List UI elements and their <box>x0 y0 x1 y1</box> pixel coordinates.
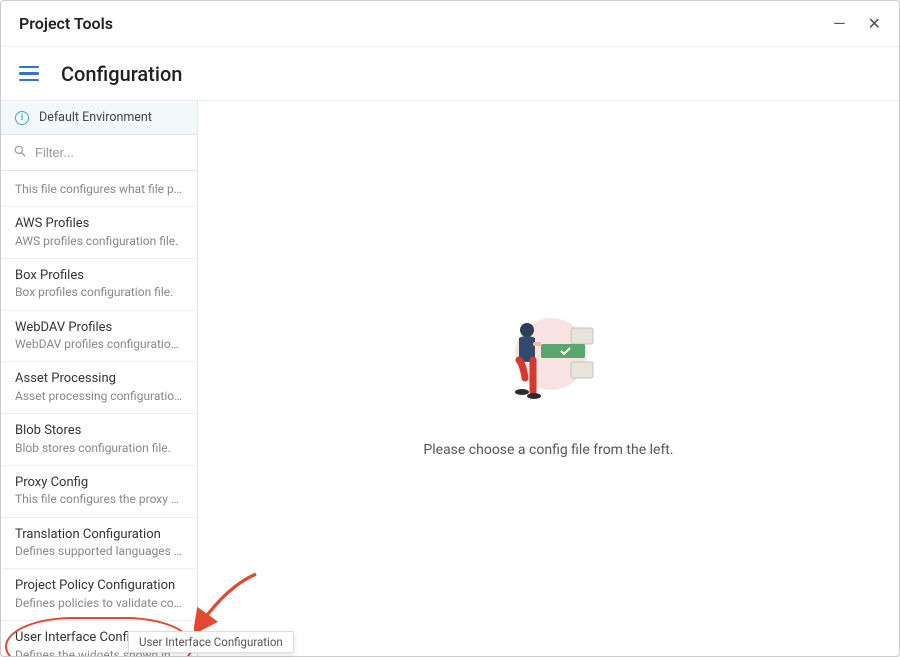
config-item-desc: AWS profiles configuration file. <box>15 233 183 249</box>
close-button[interactable]: ✕ <box>868 16 881 32</box>
config-item-title: WebDAV Profiles <box>15 319 183 337</box>
config-item-desc: Box profiles configuration file. <box>15 284 183 300</box>
config-item-title: AWS Profiles <box>15 215 183 233</box>
minimize-button[interactable]: — <box>833 16 846 32</box>
config-item-desc: Asset processing configuration file. <box>15 388 183 404</box>
config-item-webdav-profiles[interactable]: WebDAV Profiles WebDAV profiles configur… <box>1 311 197 363</box>
config-item-aws-profiles[interactable]: AWS Profiles AWS profiles configuration … <box>1 207 197 259</box>
window-title: Project Tools <box>19 14 113 33</box>
config-item-title: Proxy Config <box>15 474 183 492</box>
config-item-desc: WebDAV profiles configuration file. <box>15 336 183 352</box>
config-item-desc: Blob stores configuration file. <box>15 440 183 456</box>
config-item-asset-processing[interactable]: Asset Processing Asset processing config… <box>1 362 197 414</box>
empty-state-text: Please choose a config file from the lef… <box>423 442 673 458</box>
config-item-title: Box Profiles <box>15 267 183 285</box>
config-item-blob-stores[interactable]: Blob Stores Blob stores configuration fi… <box>1 414 197 466</box>
window: Project Tools — ✕ Configuration i Defaul… <box>0 0 900 657</box>
empty-state-illustration <box>489 300 609 420</box>
config-item-title: Asset Processing <box>15 370 183 388</box>
main-panel: Please choose a config file from the lef… <box>198 101 899 656</box>
environment-label: Default Environment <box>39 110 152 125</box>
tooltip: User Interface Configuration <box>128 631 294 653</box>
hamburger-menu-icon[interactable] <box>19 66 39 82</box>
config-item-translation-configuration[interactable]: Translation Configuration Defines suppor… <box>1 518 197 570</box>
config-item-file-paths[interactable]: This file configures what file path… <box>1 171 197 207</box>
config-item-proxy-config[interactable]: Proxy Config This file configures the pr… <box>1 466 197 518</box>
config-item-desc: Defines policies to validate conte… <box>15 595 183 611</box>
window-controls: — ✕ <box>833 16 881 32</box>
subheader: Configuration <box>1 47 899 101</box>
info-icon: i <box>15 111 29 125</box>
titlebar: Project Tools — ✕ <box>1 1 899 47</box>
filter-row <box>1 135 197 171</box>
sidebar: i Default Environment This file configur… <box>1 101 198 656</box>
config-item-desc: This file configures what file path… <box>15 181 183 197</box>
config-item-project-policy-configuration[interactable]: Project Policy Configuration Defines pol… <box>1 569 197 621</box>
config-item-desc: Defines supported languages an… <box>15 543 183 559</box>
environment-banner[interactable]: i Default Environment <box>1 101 197 135</box>
config-list[interactable]: This file configures what file path… AWS… <box>1 171 197 656</box>
config-item-desc: This file configures the proxy serv… <box>15 491 183 507</box>
content: i Default Environment This file configur… <box>1 101 899 656</box>
config-item-title: Translation Configuration <box>15 526 183 544</box>
filter-input[interactable] <box>35 145 185 160</box>
page-title: Configuration <box>61 62 182 86</box>
config-item-box-profiles[interactable]: Box Profiles Box profiles configuration … <box>1 259 197 311</box>
config-item-title: Blob Stores <box>15 422 183 440</box>
search-icon <box>13 143 27 162</box>
config-item-title: Project Policy Configuration <box>15 577 183 595</box>
